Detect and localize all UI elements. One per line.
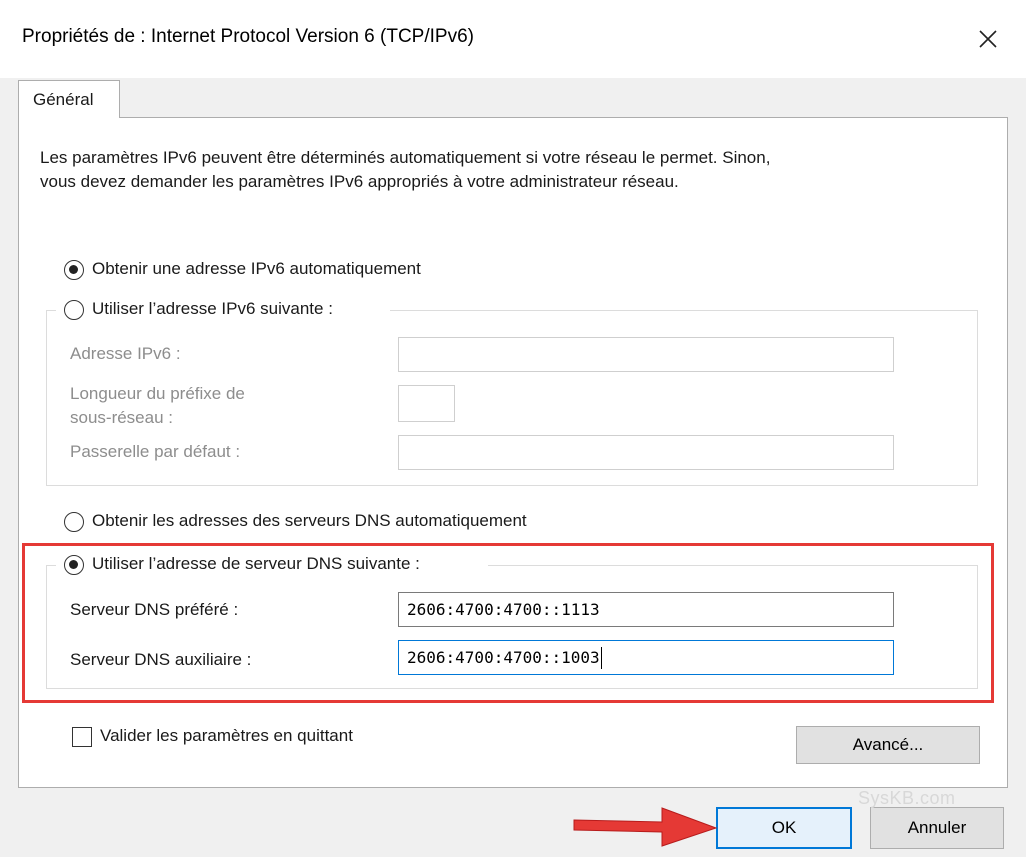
default-gateway-label: Passerelle par défaut : [70,442,241,461]
tab-general-label: Général [33,90,94,109]
dns-manual-radio[interactable] [64,555,84,575]
validate-label[interactable]: Valider les paramètres en quittant [100,726,353,746]
advanced-button[interactable]: Avancé... [796,726,980,764]
tab-general[interactable]: Général [18,80,120,118]
ip-auto-label[interactable]: Obtenir une adresse IPv6 automatiquement [92,259,421,279]
window-title: Propriétés de : Internet Protocol Versio… [22,26,474,47]
watermark: SysKB.com [858,788,956,808]
ip-manual-label[interactable]: Utiliser l’adresse IPv6 suivante : [92,299,333,319]
description-line-2: vous devez demander les paramètres IPv6 … [40,172,679,191]
description-line-1: Les paramètres IPv6 peuvent être détermi… [40,148,771,167]
ip-manual-radio[interactable] [64,300,84,320]
close-button[interactable] [960,14,1016,64]
cancel-button[interactable]: Annuler [870,807,1004,849]
prefix-length-label-line-1: Longueur du préfixe de [70,384,245,403]
prefix-length-label: Longueur du préfixe de sous-réseau : [70,382,245,430]
dns-auto-radio[interactable] [64,512,84,532]
alternate-dns-value: 2606:4700:4700::1003 [407,648,600,667]
prefix-length-label-line-2: sous-réseau : [70,408,173,427]
prefix-length-input[interactable] [398,385,455,422]
alternate-dns-input[interactable]: 2606:4700:4700::1003 [398,640,894,675]
close-icon [979,30,997,48]
dns-auto-label[interactable]: Obtenir les adresses des serveurs DNS au… [92,511,527,531]
preferred-dns-value: 2606:4700:4700::1113 [407,600,600,619]
default-gateway-input[interactable] [398,435,894,470]
ipv6-address-label: Adresse IPv6 : [70,344,181,363]
dns-manual-label[interactable]: Utiliser l’adresse de serveur DNS suivan… [92,554,420,574]
text-caret [600,646,602,669]
validate-checkbox[interactable] [72,727,92,747]
alternate-dns-label: Serveur DNS auxiliaire : [70,650,252,669]
ok-button[interactable]: OK [716,807,852,849]
preferred-dns-input[interactable]: 2606:4700:4700::1113 [398,592,894,627]
ipv6-address-input[interactable] [398,337,894,372]
description-text: Les paramètres IPv6 peuvent être détermi… [40,146,990,194]
ip-auto-radio[interactable] [64,260,84,280]
preferred-dns-label: Serveur DNS préféré : [70,600,239,619]
red-arrow-icon [573,807,718,847]
